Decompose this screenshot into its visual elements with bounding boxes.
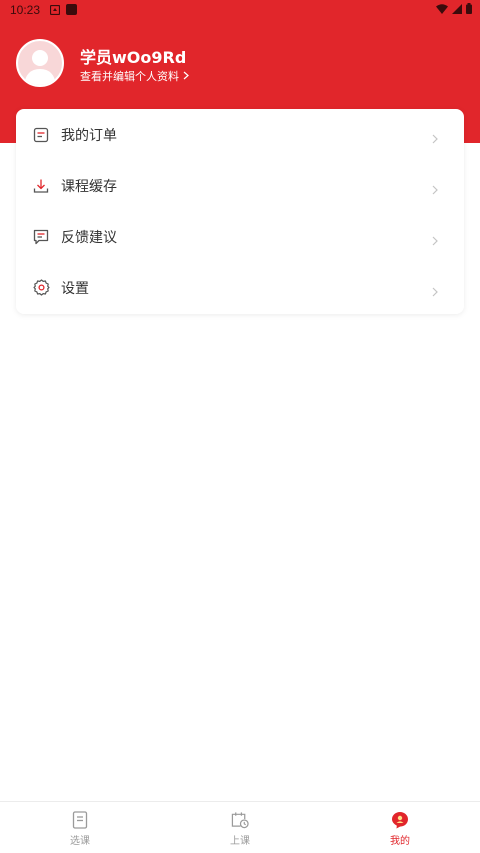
status-bar: 10:23 [0,0,480,20]
bottom-tab-bar: 选课 上课 我的 [0,801,480,853]
wifi-icon [436,3,448,17]
edit-profile-link[interactable]: 查看并编辑个人资料 [80,68,189,84]
tab-attend-class[interactable]: 上课 [160,802,320,853]
avatar[interactable] [16,39,64,87]
menu-item-feedback[interactable]: 反馈建议 [16,211,464,262]
edit-profile-label: 查看并编辑个人资料 [80,70,179,83]
menu-item-course-cache[interactable]: 课程缓存 [16,160,464,211]
tab-label: 上课 [230,836,250,847]
menu-item-settings[interactable]: 设置 [16,262,464,313]
chevron-right-icon [432,129,442,144]
tab-label: 选课 [70,836,90,847]
menu-item-label: 设置 [61,280,89,297]
chevron-right-icon [432,282,442,297]
feedback-icon [32,228,50,246]
username: 学员wOo9Rd [80,48,187,67]
status-time: 10:23 [10,3,41,17]
menu-item-label: 反馈建议 [61,229,117,246]
signal-icon [452,3,462,17]
book-icon [71,811,89,829]
calendar-clock-icon [231,811,249,829]
menu-card: 我的订单 课程缓存 反馈建议 设置 [16,109,464,314]
tab-label: 我的 [390,836,410,847]
tab-mine[interactable]: 我的 [320,802,480,853]
menu-item-label: 我的订单 [61,127,117,144]
tab-select-course[interactable]: 选课 [0,802,160,853]
notification-icon [49,4,61,16]
status-indicators [436,3,472,17]
menu-item-orders[interactable]: 我的订单 [16,109,464,160]
chevron-right-icon [432,231,442,246]
order-icon [32,126,50,144]
battery-icon [466,3,472,17]
menu-item-label: 课程缓存 [61,178,117,195]
app-notification-icon [66,4,77,15]
chevron-right-icon [432,180,442,195]
download-icon [32,177,50,195]
gear-icon [32,279,50,297]
profile-badge-icon [391,811,409,829]
chevron-right-icon [183,70,189,83]
